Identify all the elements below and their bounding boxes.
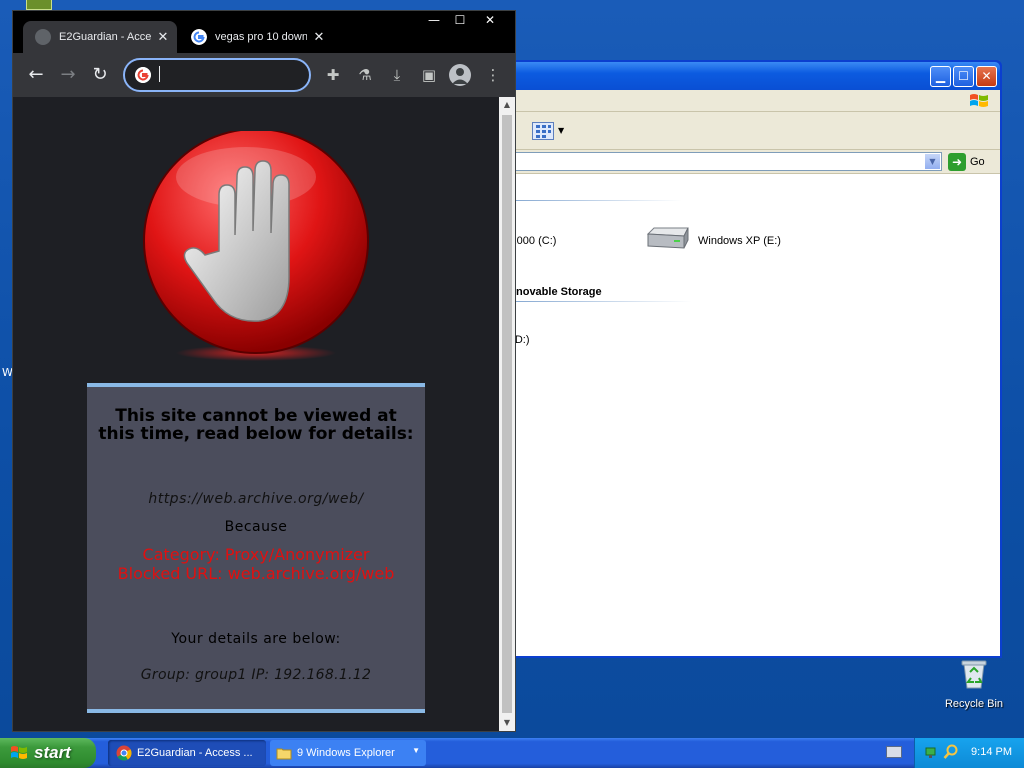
group-divider	[502, 200, 682, 201]
text-caret	[159, 66, 160, 82]
hard-drive-icon[interactable]	[644, 226, 690, 252]
go-label: Go	[970, 156, 985, 168]
forward-icon[interactable]: →	[56, 63, 80, 87]
maximize-icon[interactable]: ☐	[447, 11, 473, 29]
block-url-reason: Blocked URL: web.archive.org/web	[117, 564, 395, 583]
group-dropdown-icon[interactable]: ▼	[412, 746, 420, 755]
windows-explorer-window[interactable]: ▁ ☐ ✕ ▼ ▼ ➜ Go s 2000 (C:) Windows XP (E…	[500, 60, 1002, 658]
group-ip-text: Group: group1 IP: 192.168.1.12	[140, 667, 372, 683]
group-divider	[502, 301, 692, 302]
taskbar-item-label: E2Guardian - Access ...	[137, 747, 253, 759]
explorer-address-field[interactable]	[502, 152, 942, 171]
tab-title: E2Guardian - Access Denied	[59, 31, 151, 43]
toolbar: ← → ↻ ✚ ⚗ ⤓ ▣ ⋮	[13, 53, 515, 97]
block-category: Category: Proxy/Anonymizer	[142, 545, 370, 564]
address-input[interactable]	[157, 64, 297, 86]
taskbar-item-explorer[interactable]: 9 Windows Explorer ▼	[270, 740, 426, 766]
explorer-menubar	[502, 90, 1000, 112]
scroll-thumb[interactable]	[502, 115, 512, 713]
views-icon	[536, 125, 551, 138]
tab-close-icon[interactable]: ✕	[155, 29, 171, 45]
explorer-content: s 2000 (C:) Windows XP (E:) novable Stor…	[502, 196, 1000, 656]
recycle-bin-label: Recycle Bin	[944, 698, 1004, 710]
because-label: Because	[224, 519, 288, 535]
block-title: This site cannot be viewed at this time,…	[98, 406, 414, 444]
removable-storage-heading: novable Storage	[516, 286, 602, 298]
google-icon	[135, 67, 151, 83]
system-tray: 9:14 PM	[914, 738, 1024, 768]
explorer-titlebar[interactable]: ▁ ☐ ✕	[502, 62, 1000, 90]
chrome-icon	[116, 745, 132, 761]
google-icon	[191, 29, 207, 45]
start-label: start	[34, 743, 71, 762]
back-icon[interactable]: ←	[24, 63, 48, 87]
page-viewport: This site cannot be viewed at this time,…	[13, 97, 499, 731]
views-button[interactable]	[532, 122, 554, 140]
windows-logo-icon	[970, 94, 988, 107]
explorer-close-button[interactable]: ✕	[976, 66, 997, 87]
explorer-toolbar: ▼	[502, 112, 1000, 150]
explorer-addressbar: ▼ ➜ Go	[502, 150, 1000, 174]
taskbar: start E2Guardian - Access ... 9 Windows …	[0, 738, 1024, 768]
details-heading: Your details are below:	[171, 631, 341, 647]
close-icon[interactable]: ✕	[477, 11, 503, 29]
reload-icon[interactable]: ↻	[88, 63, 112, 87]
tab-strip: E2Guardian - Access Denied ✕ vegas pro 1…	[13, 11, 515, 53]
side-panel-icon[interactable]: ▣	[417, 63, 441, 87]
keyboard-icon[interactable]	[886, 746, 902, 758]
scroll-down-icon[interactable]: ▼	[499, 715, 515, 731]
recycle-bin-icon	[961, 660, 987, 689]
blocked-url-text: https://web.archive.org/web/	[148, 491, 364, 507]
chrome-window[interactable]: E2Guardian - Access Denied ✕ vegas pro 1…	[12, 10, 516, 732]
block-message-box: This site cannot be viewed at this time,…	[87, 383, 425, 713]
search-tray-icon[interactable]	[943, 744, 959, 760]
views-dropdown-caret[interactable]: ▼	[558, 126, 564, 135]
folder-icon	[276, 748, 292, 760]
omnibox[interactable]	[123, 58, 311, 92]
profile-avatar[interactable]	[449, 64, 471, 86]
page-scrollbar[interactable]: ▲ ▼	[499, 97, 515, 731]
menu-kebab-icon[interactable]: ⋮	[481, 63, 505, 87]
scroll-up-icon[interactable]: ▲	[499, 97, 515, 113]
drive-e[interactable]: Windows XP (E:)	[698, 235, 781, 247]
tab-close-icon[interactable]: ✕	[311, 29, 327, 45]
explorer-body: ▼ ▼ ➜ Go s 2000 (C:) Windows XP (E:) nov…	[502, 90, 1000, 656]
clock[interactable]: 9:14 PM	[971, 746, 1012, 758]
stop-hand-icon	[143, 131, 369, 361]
explorer-minimize-button[interactable]: ▁	[930, 66, 951, 87]
go-button[interactable]: ➜ Go	[948, 152, 985, 172]
download-icon[interactable]: ⤓	[385, 63, 409, 87]
minimize-icon[interactable]: —	[421, 11, 447, 29]
network-icon[interactable]	[925, 745, 939, 761]
explorer-maximize-button[interactable]: ☐	[953, 66, 974, 87]
labs-flask-icon[interactable]: ⚗	[353, 63, 377, 87]
profile-icon	[452, 68, 468, 84]
drive-e-label: Windows XP (E:)	[698, 235, 781, 247]
recycle-bin[interactable]: Recycle Bin	[940, 656, 1008, 710]
taskbar-item-chrome[interactable]: E2Guardian - Access ...	[108, 740, 266, 766]
windows-flag-icon	[11, 746, 27, 759]
start-button[interactable]: start	[0, 738, 96, 768]
tab-e2guardian[interactable]: E2Guardian - Access Denied ✕	[23, 21, 177, 53]
address-dropdown-button[interactable]: ▼	[924, 153, 941, 170]
go-arrow-icon: ➜	[948, 153, 966, 171]
tab-vegas-search[interactable]: vegas pro 10 download ✕	[179, 21, 333, 53]
tab-title: vegas pro 10 download	[215, 31, 307, 43]
globe-icon	[35, 29, 51, 45]
extensions-icon[interactable]: ✚	[321, 63, 345, 87]
taskbar-item-label: 9 Windows Explorer	[297, 747, 395, 759]
desktop-shortcut-icon[interactable]	[26, 0, 52, 10]
